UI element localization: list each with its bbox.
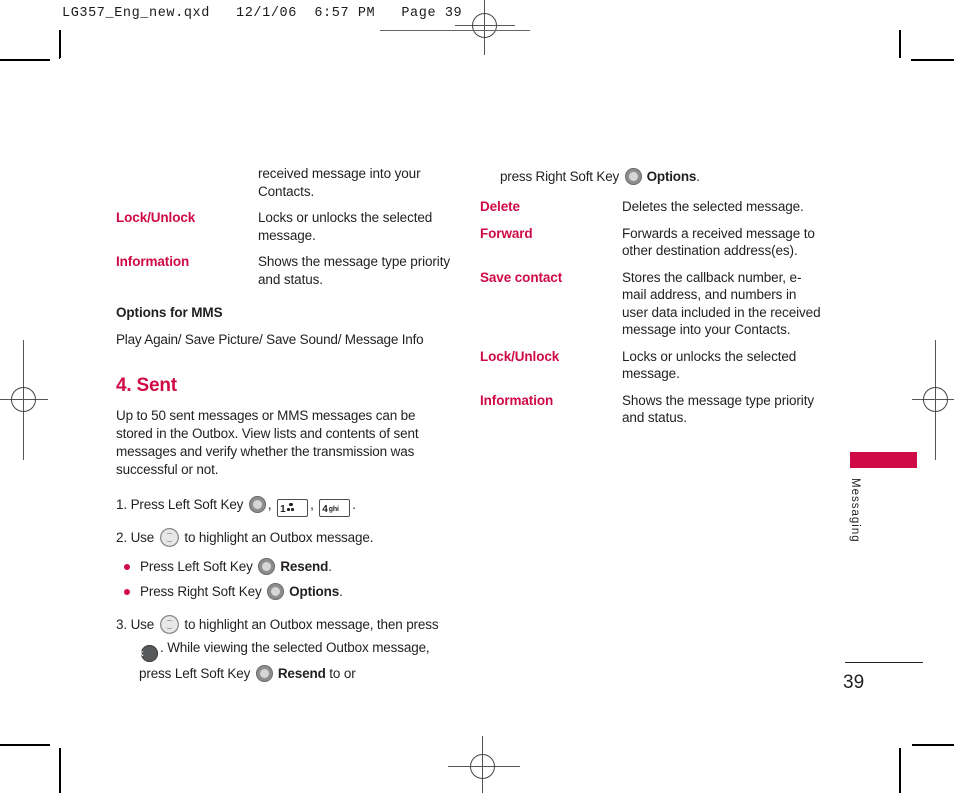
bullet-options-text-before: Press Right Soft Key bbox=[140, 584, 266, 599]
step-3-number: 3. bbox=[116, 617, 127, 632]
crop-mark-bottom-right-vertical bbox=[899, 748, 901, 793]
definition-description-continued: received message into your Contacts. bbox=[258, 166, 421, 199]
soft-key-icon bbox=[258, 558, 276, 575]
definition-row-information: Information Shows the message type prior… bbox=[116, 253, 451, 288]
step-1-text-a: Press Left Soft Key bbox=[130, 497, 247, 512]
right-text-column: press Right Soft Key Options. Delete Del… bbox=[480, 165, 825, 436]
subheading-options-for-mms: Options for MMS bbox=[116, 305, 223, 320]
crop-mark-top-left-horizontal bbox=[0, 59, 50, 61]
ok-key-icon: OK bbox=[132, 645, 158, 662]
document-page: LG357_Eng_new.qxd 12/1/06 6:57 PM Page 3… bbox=[0, 0, 954, 793]
step-1-text-b: , bbox=[267, 497, 276, 512]
chapter-tab-label: Messaging bbox=[849, 478, 861, 543]
definition-description-delete: Deletes the selected message. bbox=[622, 199, 804, 214]
definition-term-lock-unlock: Lock/Unlock bbox=[116, 210, 196, 225]
definition-row-lock-unlock: Lock/Unlock Locks or unlocks the selecte… bbox=[116, 209, 451, 244]
definition-term-delete: Delete bbox=[480, 199, 520, 214]
chapter-tab-bar bbox=[850, 452, 917, 468]
registration-mark-top-center bbox=[455, 0, 515, 55]
bullet-dot-icon bbox=[124, 589, 130, 595]
definition-description-forward: Forwards a received message to other des… bbox=[622, 225, 815, 259]
definition-description-save-contact: Stores the callback number, e-mail addre… bbox=[622, 269, 821, 338]
definition-term-save-contact: Save contact bbox=[480, 269, 563, 285]
step-3-text-4: to or bbox=[325, 666, 356, 681]
left-text-column: received message into your Contacts. Loc… bbox=[116, 165, 451, 691]
section-heading-sent: 4. Sent bbox=[116, 375, 177, 396]
definition-row-forward: Forward Forwards a received message to o… bbox=[480, 225, 825, 260]
right-continued-text-before: press Right Soft Key bbox=[500, 169, 623, 184]
step-2-text-after: to highlight an Outbox message. bbox=[180, 530, 374, 545]
crop-mark-top-right-vertical bbox=[899, 30, 901, 58]
step-3: 3. Use to highlight an Outbox message, t… bbox=[116, 613, 451, 685]
bullet-resend-text-after: . bbox=[328, 559, 332, 574]
definition-description-information: Shows the message type priority and stat… bbox=[622, 392, 814, 426]
right-continued-options-label: Options bbox=[646, 169, 697, 184]
definition-row-continued: received message into your Contacts. bbox=[116, 165, 451, 200]
navigation-key-icon bbox=[159, 615, 179, 634]
page-number: 39 bbox=[843, 672, 865, 693]
crop-mark-bottom-right-horizontal bbox=[912, 744, 954, 746]
navigation-key-icon bbox=[159, 528, 179, 547]
folio-rule bbox=[845, 662, 923, 664]
key-1-voicemail-icon: 1 bbox=[277, 499, 309, 517]
crop-mark-bottom-left-horizontal bbox=[0, 744, 50, 746]
crop-mark-top-left-vertical bbox=[59, 30, 61, 58]
step-3-text-2: to highlight an Outbox message, then pre… bbox=[180, 617, 439, 632]
step-3-resend-label: Resend bbox=[277, 666, 326, 681]
registration-mark-bottom-center bbox=[448, 736, 520, 793]
definition-row-save-contact: Save contact Stores the callback number,… bbox=[480, 269, 825, 339]
definition-description-lock-unlock: Locks or unlocks the selected message. bbox=[258, 210, 433, 243]
soft-key-icon bbox=[267, 583, 285, 600]
definition-description-lock-unlock: Locks or unlocks the selected message. bbox=[622, 348, 797, 382]
step-1-number: 1. bbox=[116, 497, 127, 512]
definition-term-forward: Forward bbox=[480, 225, 533, 241]
definition-term-lock-unlock: Lock/Unlock bbox=[480, 348, 560, 364]
definition-row-information: Information Shows the message type prior… bbox=[480, 392, 825, 427]
step-1-text-c: , bbox=[310, 497, 318, 512]
bullet-resend-text-before: Press Left Soft Key bbox=[140, 559, 257, 574]
bullet-resend: Press Left Soft Key Resend. bbox=[116, 555, 451, 578]
trim-line-left bbox=[59, 58, 61, 59]
crop-mark-bottom-left-vertical bbox=[59, 748, 61, 793]
definition-term-information: Information bbox=[480, 392, 554, 408]
mms-options-list: Play Again/ Save Picture/ Save Sound/ Me… bbox=[116, 331, 424, 347]
definition-row-lock-unlock: Lock/Unlock Locks or unlocks the selecte… bbox=[480, 348, 825, 383]
registration-mark-left-middle bbox=[0, 340, 55, 460]
print-header-rule bbox=[380, 30, 530, 31]
step-2: 2. Use to highlight an Outbox message. bbox=[116, 526, 451, 549]
step-2-number: 2. bbox=[116, 530, 127, 545]
right-continued-text-after: . bbox=[696, 169, 700, 184]
key-4-ghi-icon: 4ghi bbox=[319, 499, 351, 517]
bullet-resend-label: Resend bbox=[280, 559, 329, 574]
definition-row-delete: Delete Deletes the selected message. bbox=[480, 198, 825, 216]
bullet-options-label: Options bbox=[289, 584, 340, 599]
step-3-text-1: Use bbox=[130, 617, 158, 632]
bullet-options: Press Right Soft Key Options. bbox=[116, 580, 451, 603]
bullet-dot-icon bbox=[124, 564, 130, 570]
section-body-paragraph: Up to 50 sent messages or MMS messages c… bbox=[116, 408, 419, 477]
step-1: 1. Press Left Soft Key , 1, 4ghi. bbox=[116, 493, 451, 517]
step-1-text-d: . bbox=[352, 497, 356, 512]
soft-key-icon bbox=[624, 168, 642, 185]
soft-key-icon bbox=[248, 496, 266, 513]
definition-term-information: Information bbox=[116, 254, 190, 269]
bullet-options-text-after: . bbox=[339, 584, 343, 599]
step-2-text-before: Use bbox=[130, 530, 158, 545]
registration-mark-right-middle bbox=[905, 340, 954, 460]
definition-term-blank bbox=[116, 165, 258, 183]
crop-mark-top-right-horizontal bbox=[911, 59, 954, 61]
definition-description-information: Shows the message type priority and stat… bbox=[258, 254, 450, 287]
print-header-text: LG357_Eng_new.qxd 12/1/06 6:57 PM Page 3… bbox=[62, 6, 463, 21]
right-continued-line: press Right Soft Key Options. bbox=[480, 165, 825, 188]
soft-key-icon bbox=[255, 665, 273, 682]
